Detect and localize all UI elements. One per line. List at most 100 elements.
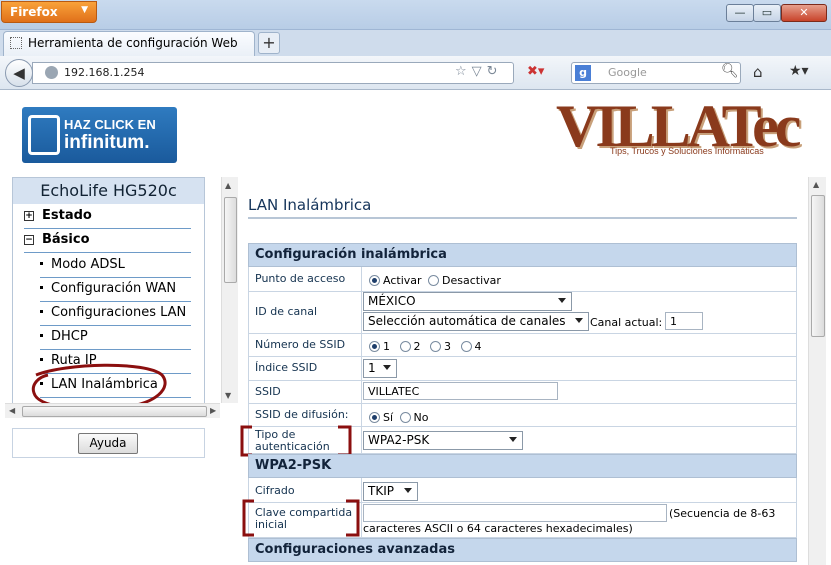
annotation-brackets xyxy=(240,425,352,457)
bookmark-star-icon[interactable]: ☆▽↻ xyxy=(455,64,503,79)
google-icon[interactable]: g xyxy=(575,65,591,81)
radio-activar[interactable] xyxy=(369,275,380,286)
ssid-index-select[interactable]: 1 xyxy=(363,359,397,378)
country-select[interactable]: MÉXICO xyxy=(363,292,572,311)
scroll-right-icon[interactable]: ▶ xyxy=(210,406,216,415)
maximize-button[interactable]: ▭ xyxy=(753,4,781,22)
content-vertical-scrollbar[interactable]: ▲ xyxy=(808,177,826,565)
search-placeholder: Google xyxy=(608,66,647,79)
section-wpa2-psk: WPA2-PSK xyxy=(248,454,797,478)
radio-ssid-3[interactable] xyxy=(430,341,441,352)
scroll-thumb[interactable] xyxy=(22,406,207,417)
current-channel-field: 1 xyxy=(665,312,703,330)
select-value: Selección automática de canales xyxy=(368,314,566,328)
annotation-brackets xyxy=(242,499,360,537)
channel-label: ID de canal xyxy=(255,305,318,318)
sidebar-item-lan[interactable]: Configuraciones LAN xyxy=(40,302,191,326)
radio-label: 2 xyxy=(413,340,421,353)
bookmarks-icon[interactable]: ★▾ xyxy=(789,63,809,79)
sidebar-item-label: Estado xyxy=(42,208,92,223)
search-icon[interactable]: 🔍︎ xyxy=(721,63,739,79)
back-arrow-icon[interactable]: ◀ xyxy=(5,59,33,87)
bullet-icon xyxy=(40,334,43,337)
ssid-count-options: 1 2 3 4 xyxy=(369,340,482,353)
plus-icon: + xyxy=(24,211,34,221)
ssid-row: SSID VILLATEC xyxy=(248,381,797,404)
sidebar-item-label: Configuraciones LAN xyxy=(51,305,187,320)
promo-line1: HAZ CLICK EN xyxy=(64,117,156,132)
psk-input[interactable] xyxy=(363,504,667,522)
psk-hint-line2: caracteres ASCII o 64 caracteres hexadec… xyxy=(363,522,633,535)
bullet-icon xyxy=(40,262,43,265)
ssid-label: SSID xyxy=(255,385,281,398)
help-button[interactable]: Ayuda xyxy=(78,433,138,454)
scroll-up-icon[interactable]: ▲ xyxy=(225,181,231,190)
home-icon[interactable]: ⌂ xyxy=(753,63,763,81)
brand-tagline: Tips, Trucos y Soluciones Informáticas xyxy=(610,146,764,156)
broadcast-label: SSID de difusión: xyxy=(255,408,349,421)
cipher-label: Cifrado xyxy=(255,484,295,497)
access-point-label: Punto de acceso xyxy=(255,272,346,285)
access-point-row: Punto de acceso Activar Desactivar xyxy=(248,267,797,292)
chevron-down-icon xyxy=(575,318,583,323)
radio-desactivar[interactable] xyxy=(428,275,440,286)
device-name: EchoLife HG520c xyxy=(13,178,204,204)
radio-ssid-4[interactable] xyxy=(460,341,472,352)
radio-no[interactable] xyxy=(399,412,411,423)
sidebar-horizontal-scrollbar[interactable]: ◀ ▶ xyxy=(5,403,220,418)
sidebar-item-wan[interactable]: Configuración WAN xyxy=(40,278,191,302)
scroll-up-icon[interactable]: ▲ xyxy=(813,180,819,189)
radio-si[interactable] xyxy=(369,412,380,423)
radio-ssid-1[interactable] xyxy=(369,341,380,352)
ssid-count-label: Número de SSID xyxy=(255,338,346,351)
ssid-index-row: Índice SSID 1 xyxy=(248,357,797,381)
chevron-down-icon: ▼ xyxy=(81,5,88,15)
new-tab-button[interactable]: + xyxy=(258,32,280,54)
title-divider xyxy=(248,217,797,219)
tab-title: Herramienta de configuración Web xyxy=(28,36,238,50)
radio-label: 4 xyxy=(474,340,482,353)
current-channel-label: Canal actual: xyxy=(590,316,663,329)
sidebar-item-label: Configuración WAN xyxy=(51,281,177,296)
firefox-menu-label: Firefox xyxy=(10,5,58,19)
window-titlebar xyxy=(0,0,831,30)
radio-ssid-2[interactable] xyxy=(399,341,411,352)
cipher-select[interactable]: TKIP xyxy=(363,482,418,501)
ssid-count-row: Número de SSID 1 2 3 4 xyxy=(248,334,797,357)
chevron-down-icon xyxy=(558,298,566,303)
infinitum-banner[interactable]: HAZ CLICK EN infinitum. xyxy=(22,107,177,163)
url-text[interactable]: 192.168.1.254 xyxy=(64,66,144,79)
close-window-button[interactable]: ✕ xyxy=(781,4,827,22)
minus-icon: − xyxy=(24,235,34,245)
chevron-down-icon xyxy=(404,488,412,493)
sidebar-vertical-scrollbar[interactable]: ▲ ▼ xyxy=(221,177,238,403)
scroll-left-icon[interactable]: ◀ xyxy=(9,406,15,415)
broadcast-options: Sí No xyxy=(369,411,429,424)
sidebar-item-estado[interactable]: + Estado xyxy=(24,205,191,229)
minimize-button[interactable]: — xyxy=(726,4,754,22)
stop-icon[interactable]: ✖▾ xyxy=(527,64,544,79)
search-input[interactable] xyxy=(571,62,741,84)
scroll-down-icon[interactable]: ▼ xyxy=(225,391,231,400)
scroll-thumb[interactable] xyxy=(224,197,237,283)
auth-select[interactable]: WPA2-PSK xyxy=(363,431,523,450)
bullet-icon xyxy=(40,286,43,289)
section-wireless-config: Configuración inalámbrica xyxy=(248,243,797,267)
browser-tab[interactable]: Herramienta de configuración Web xyxy=(3,31,255,56)
ssid-index-label: Índice SSID xyxy=(255,361,318,374)
scroll-thumb[interactable] xyxy=(811,195,825,337)
sidebar-item-basico[interactable]: − Básico xyxy=(24,229,191,253)
section-advanced: Configuraciones avanzadas xyxy=(248,538,797,562)
radio-label: Sí xyxy=(383,411,394,424)
ssid-input[interactable]: VILLATEC xyxy=(363,382,558,400)
channel-row: ID de canal MÉXICO Selección automática … xyxy=(248,292,797,334)
firefox-menu-button[interactable]: Firefox ▼ xyxy=(1,1,97,23)
radio-label: 1 xyxy=(383,340,390,353)
hand-icon xyxy=(28,115,60,155)
sidebar-item-dhcp[interactable]: DHCP xyxy=(40,326,191,350)
sidebar-item-modo-adsl[interactable]: Modo ADSL xyxy=(40,254,191,278)
channel-mode-select[interactable]: Selección automática de canales xyxy=(363,312,589,331)
sidebar-item-label: Básico xyxy=(42,232,90,247)
select-value: MÉXICO xyxy=(368,294,416,308)
select-value: WPA2-PSK xyxy=(368,433,430,447)
